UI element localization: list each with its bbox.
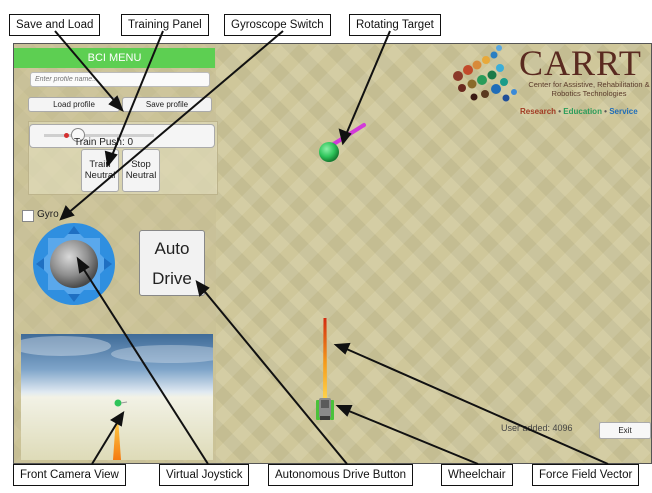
annotation-arrows xyxy=(54,30,609,465)
